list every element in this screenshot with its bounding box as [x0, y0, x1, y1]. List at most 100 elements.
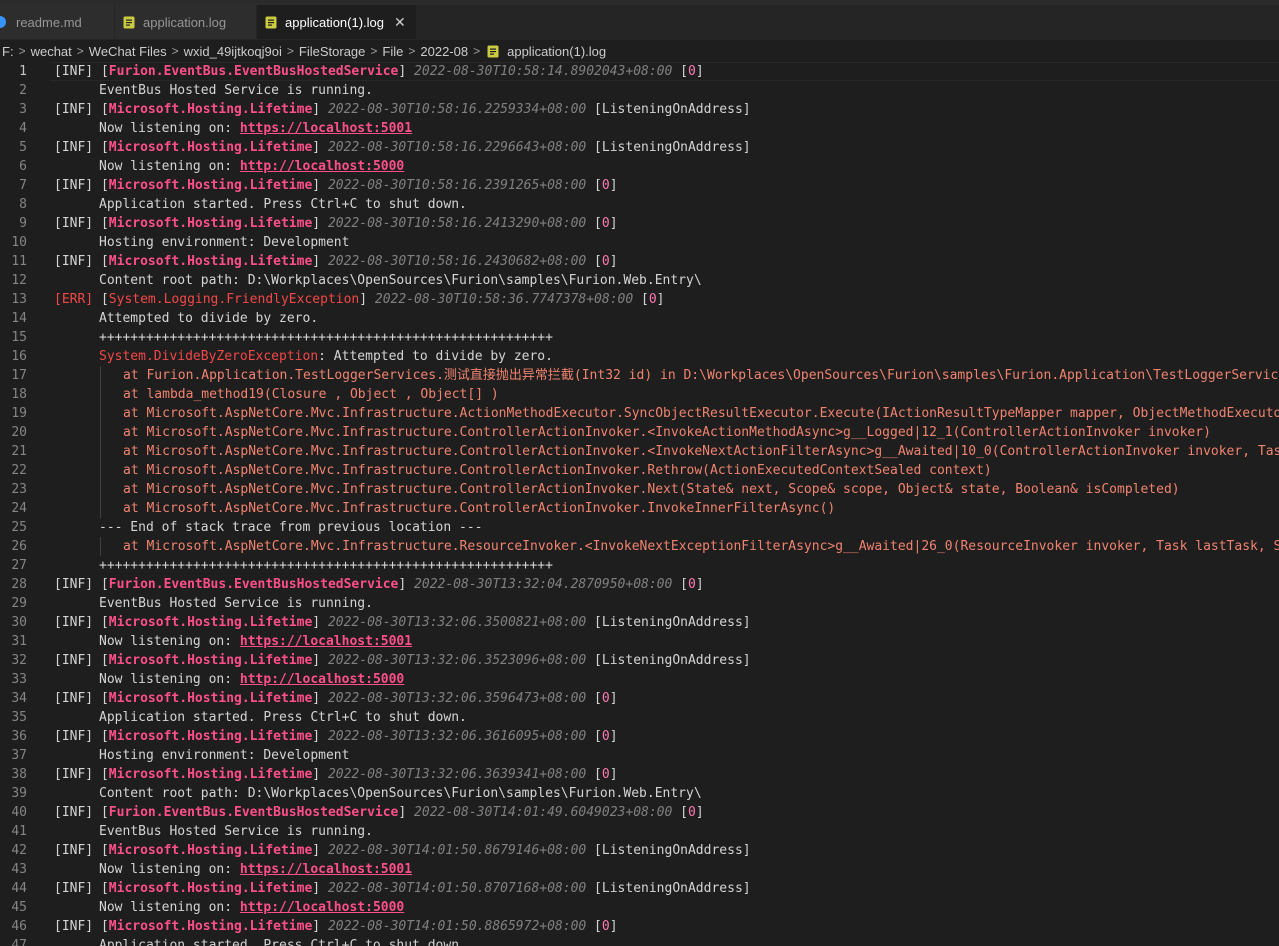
editor-line[interactable]: 15 ++++++++++++++++++++++++++++++++++++++… [0, 328, 1279, 347]
line-number: 44 [11, 881, 27, 896]
log-source: Microsoft.Hosting.Lifetime [108, 691, 313, 706]
bracket: [ [586, 178, 602, 193]
editor-line[interactable]: 5 [INF] [Microsoft.Hosting.Lifetime] 2022… [0, 138, 1279, 157]
editor-line[interactable]: 31 Now listening on: https://localhost:50… [0, 632, 1279, 651]
editor-line[interactable]: 39 Content root path: D:\Workplaces\OpenS… [0, 784, 1279, 803]
editor-line[interactable]: 41 EventBus Hosted Service is running. [0, 822, 1279, 841]
editor-line[interactable]: 44 [INF] [Microsoft.Hosting.Lifetime] 202… [0, 879, 1279, 898]
tab-readme[interactable]: readme.md [0, 5, 115, 39]
line-number: 33 [11, 672, 27, 687]
log-url-link[interactable]: http://localhost:5000 [240, 159, 404, 174]
line-content: Now listening on: http://localhost:5000 [99, 670, 404, 689]
editor-line[interactable]: 42 [INF] [Microsoft.Hosting.Lifetime] 202… [0, 841, 1279, 860]
chevron-right-icon: > [171, 44, 179, 58]
bracket: ] [695, 64, 704, 79]
bracket: [ [93, 691, 109, 706]
editor-line[interactable]: 2 EventBus Hosted Service is running. [0, 81, 1279, 100]
editor-line[interactable]: 12 Content root path: D:\Workplaces\OpenS… [0, 271, 1279, 290]
editor-line[interactable]: 18 at lambda_method19(Closure , Object , … [0, 385, 1279, 404]
close-icon[interactable]: ✕ [394, 14, 406, 31]
line-content: Hosting environment: Development [99, 233, 349, 252]
log-url-link[interactable]: https://localhost:5001 [240, 862, 412, 877]
editor-line[interactable]: 29 EventBus Hosted Service is running. [0, 594, 1279, 613]
line-content: [INF] [Microsoft.Hosting.Lifetime] 2022-… [54, 879, 751, 898]
bracket: ] [359, 292, 375, 307]
breadcrumb-filestorage[interactable]: FileStorage [299, 44, 365, 59]
editor-line[interactable]: 20 at Microsoft.AspNetCore.Mvc.Infrastruc… [0, 423, 1279, 442]
editor-line[interactable]: 37 Hosting environment: Development [0, 746, 1279, 765]
log-url-link[interactable]: http://localhost:5000 [240, 672, 404, 687]
editor-line[interactable]: 22 at Microsoft.AspNetCore.Mvc.Infrastruc… [0, 461, 1279, 480]
editor-line[interactable]: 21 at Microsoft.AspNetCore.Mvc.Infrastruc… [0, 442, 1279, 461]
editor-line[interactable]: 9 [INF] [Microsoft.Hosting.Lifetime] 2022… [0, 214, 1279, 233]
bracket: [ [586, 254, 602, 269]
bracket: [ [93, 919, 109, 934]
bracket: [ [93, 729, 109, 744]
log-url-link[interactable]: https://localhost:5001 [240, 121, 412, 136]
editor-line[interactable]: 19 at Microsoft.AspNetCore.Mvc.Infrastruc… [0, 404, 1279, 423]
log-event-id: 0 [601, 729, 610, 744]
editor-line[interactable]: 38 [INF] [Microsoft.Hosting.Lifetime] 202… [0, 765, 1279, 784]
bracket: ] [312, 919, 328, 934]
editor-line[interactable]: 7 [INF] [Microsoft.Hosting.Lifetime] 2022… [0, 176, 1279, 195]
editor-text-area[interactable]: 1 [INF] [Furion.EventBus.EventBusHostedSe… [0, 62, 1279, 946]
editor-line[interactable]: 35 Application started. Press Ctrl+C to s… [0, 708, 1279, 727]
editor-line[interactable]: 4 Now listening on: https://localhost:500… [0, 119, 1279, 138]
log-url-link[interactable]: http://localhost:5000 [240, 900, 404, 915]
log-level: [ERR] [54, 292, 94, 307]
breadcrumb-filename[interactable]: application(1).log [507, 44, 606, 59]
editor-line[interactable]: 11 [INF] [Microsoft.Hosting.Lifetime] 202… [0, 252, 1279, 271]
log-level: [INF] [54, 767, 94, 782]
editor-line[interactable]: 3 [INF] [Microsoft.Hosting.Lifetime] 2022… [0, 100, 1279, 119]
log-level: [INF] [54, 919, 94, 934]
breadcrumb-wechat[interactable]: wechat [31, 44, 72, 59]
line-number: 42 [11, 843, 27, 858]
editor-line[interactable]: 46 [INF] [Microsoft.Hosting.Lifetime] 202… [0, 917, 1279, 936]
editor-line[interactable]: 40 [INF] [Furion.EventBus.EventBusHostedS… [0, 803, 1279, 822]
editor-line[interactable]: 14 Attempted to divide by zero. [0, 309, 1279, 328]
editor-line[interactable]: 43 Now listening on: https://localhost:50… [0, 860, 1279, 879]
breadcrumb-folder-2022-08[interactable]: 2022-08 [420, 44, 468, 59]
breadcrumb-drive[interactable]: F: [2, 44, 14, 59]
tab-bar: readme.md application.log application(1)… [0, 5, 1279, 40]
editor-line[interactable]: 32 [INF] [Microsoft.Hosting.Lifetime] 202… [0, 651, 1279, 670]
tab-application-1-log[interactable]: application(1).log ✕ [257, 5, 417, 39]
editor-line[interactable]: 23 at Microsoft.AspNetCore.Mvc.Infrastruc… [0, 480, 1279, 499]
tab-application-log[interactable]: application.log [115, 5, 257, 39]
editor-line[interactable]: 30 [INF] [Microsoft.Hosting.Lifetime] 202… [0, 613, 1279, 632]
line-number: 41 [11, 824, 27, 839]
log-event-id: 0 [601, 919, 610, 934]
breadcrumb-wechat-files[interactable]: WeChat Files [89, 44, 167, 59]
line-content: [ERR] [System.Logging.FriendlyException]… [54, 290, 665, 309]
bracket: ] [312, 729, 328, 744]
breadcrumb-file[interactable]: File [382, 44, 403, 59]
bracket: ] [312, 178, 328, 193]
log-url-link[interactable]: https://localhost:5001 [240, 634, 412, 649]
editor-line[interactable]: 24 at Microsoft.AspNetCore.Mvc.Infrastruc… [0, 499, 1279, 518]
log-timestamp: 2022-08-30T14:01:49.6049023+08:00 [414, 805, 673, 820]
breadcrumb-wxid[interactable]: wxid_49ijtkoqj9oi [184, 44, 282, 59]
editor-line[interactable]: 26 at Microsoft.AspNetCore.Mvc.Infrastruc… [0, 537, 1279, 556]
line-number: 14 [11, 311, 27, 326]
line-content: Now listening on: https://localhost:5001 [99, 860, 412, 879]
bracket: [ [586, 881, 602, 896]
line-content: [INF] [Microsoft.Hosting.Lifetime] 2022-… [54, 214, 618, 233]
editor-line[interactable]: 27 ++++++++++++++++++++++++++++++++++++++… [0, 556, 1279, 575]
editor-line[interactable]: 33 Now listening on: http://localhost:500… [0, 670, 1279, 689]
editor-line[interactable]: 28 [INF] [Furion.EventBus.EventBusHostedS… [0, 575, 1279, 594]
editor-line[interactable]: 45 Now listening on: http://localhost:500… [0, 898, 1279, 917]
editor-line[interactable]: 8 Application started. Press Ctrl+C to sh… [0, 195, 1279, 214]
editor-line[interactable]: 13 [ERR] [System.Logging.FriendlyExceptio… [0, 290, 1279, 309]
editor-line[interactable]: 47 Application started. Press Ctrl+C to s… [0, 936, 1279, 946]
editor-line[interactable]: 17 at Furion.Application.TestLoggerServic… [0, 366, 1279, 385]
editor-line[interactable]: 34 [INF] [Microsoft.Hosting.Lifetime] 202… [0, 689, 1279, 708]
log-event-id: ListeningOnAddress [601, 102, 743, 117]
editor-line[interactable]: 6 Now listening on: http://localhost:5000 [0, 157, 1279, 176]
editor-line[interactable]: 25 --- End of stack trace from previous l… [0, 518, 1279, 537]
log-event-id: 0 [687, 577, 696, 592]
editor-line[interactable]: 10 Hosting environment: Development [0, 233, 1279, 252]
line-content: [INF] [Microsoft.Hosting.Lifetime] 2022-… [54, 689, 618, 708]
editor-line[interactable]: 1 [INF] [Furion.EventBus.EventBusHostedSe… [0, 62, 1279, 81]
editor-line[interactable]: 36 [INF] [Microsoft.Hosting.Lifetime] 202… [0, 727, 1279, 746]
editor-line[interactable]: 16 System.DivideByZeroException: Attempte… [0, 347, 1279, 366]
